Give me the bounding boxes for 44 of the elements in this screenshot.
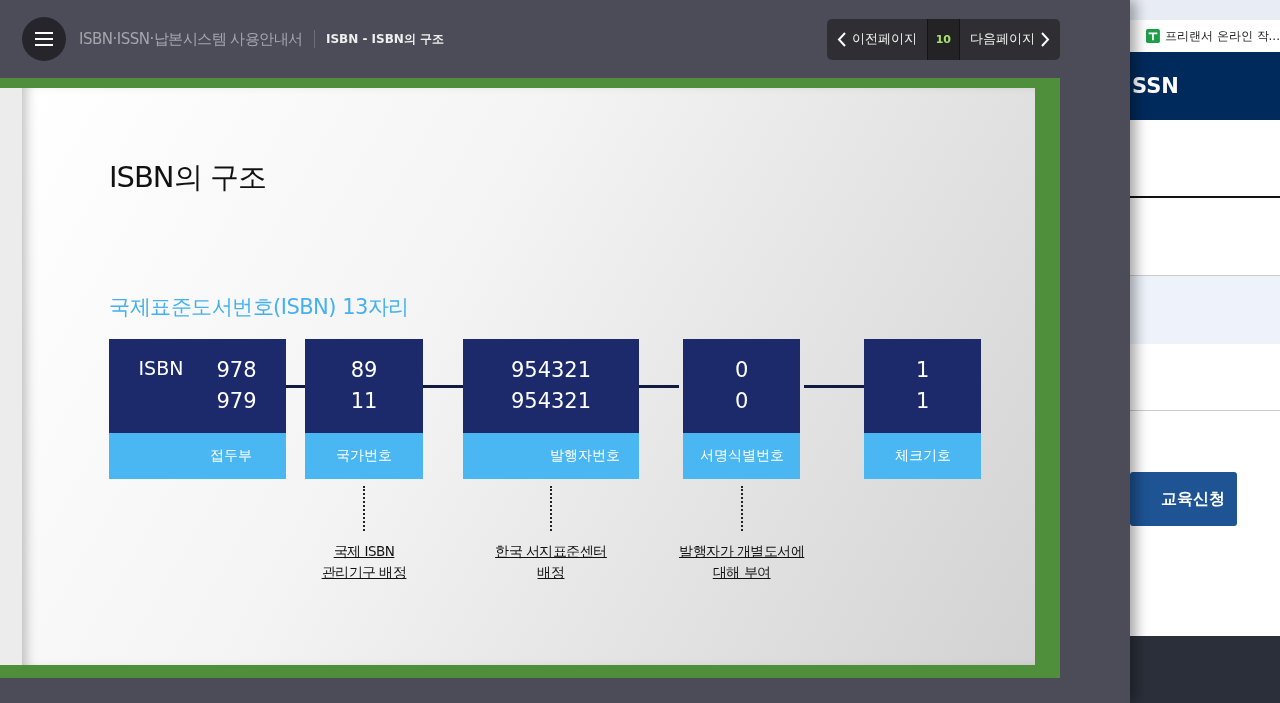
segment-number: 954321 [510,388,592,415]
dotted-leader-line [740,486,743,531]
segment-label: 발행자번호 [463,433,639,479]
segment-number: 1 [916,388,930,415]
menu-button[interactable] [22,17,66,61]
segment-note: 발행자가 개별도서에 [679,542,805,561]
segment-number: 89 [350,357,378,384]
spreadsheet-icon [1146,28,1160,44]
segment-note: 배정 [537,563,565,582]
segment-number: 0 [734,388,749,415]
slide-title: ISBN의 구조 [109,159,267,196]
next-page-button[interactable]: 다음페이지 [960,18,1060,60]
segment-label: 체크기호 [864,433,982,479]
segment-note: 국제 ISBN [333,542,395,561]
segment-note: 관리기구 배정 [321,563,407,582]
segment-number: 954321 [510,357,592,384]
dotted-leader-line [363,486,365,531]
connector-line [804,385,865,388]
connector-line [286,385,305,388]
isbn-prefix-label: ISBN [138,357,184,379]
manual-title: ISBN·ISSN·납본시스템 사용안내서 [79,30,315,48]
connector-line [639,385,679,388]
page-number: 10 [926,18,960,60]
segment-number: 0 [734,357,749,384]
connector-line [423,385,463,388]
chevron-right-icon [1041,31,1050,47]
previous-page-button[interactable]: 이전페이지 [826,18,927,60]
segment-number: 1 [916,357,930,384]
segment-note: 한국 서지표준센터 [495,542,607,561]
slide-subtitle: 국제표준도서번호(ISBN) 13자리 [109,294,410,321]
segment-label: 접두부 [109,433,286,479]
breadcrumb: ISBN - ISBN의 구조 [325,30,445,48]
segment-number: 11 [350,388,378,415]
segment-note: 대해 부여 [712,563,771,582]
bookmark-link[interactable]: 프리랜서 온라인 작... [1164,27,1280,45]
segment-number: 978 [216,357,257,384]
segment-label: 서명식별번호 [683,433,801,479]
chevron-left-icon [836,31,846,47]
banner-text: SSN [1132,74,1179,98]
dotted-leader-line [550,486,552,531]
menu-icon [35,32,53,46]
segment-label: 국가번호 [305,433,423,479]
segment-number: 979 [216,388,257,415]
apply-button[interactable]: 교육신청 [1130,472,1237,526]
